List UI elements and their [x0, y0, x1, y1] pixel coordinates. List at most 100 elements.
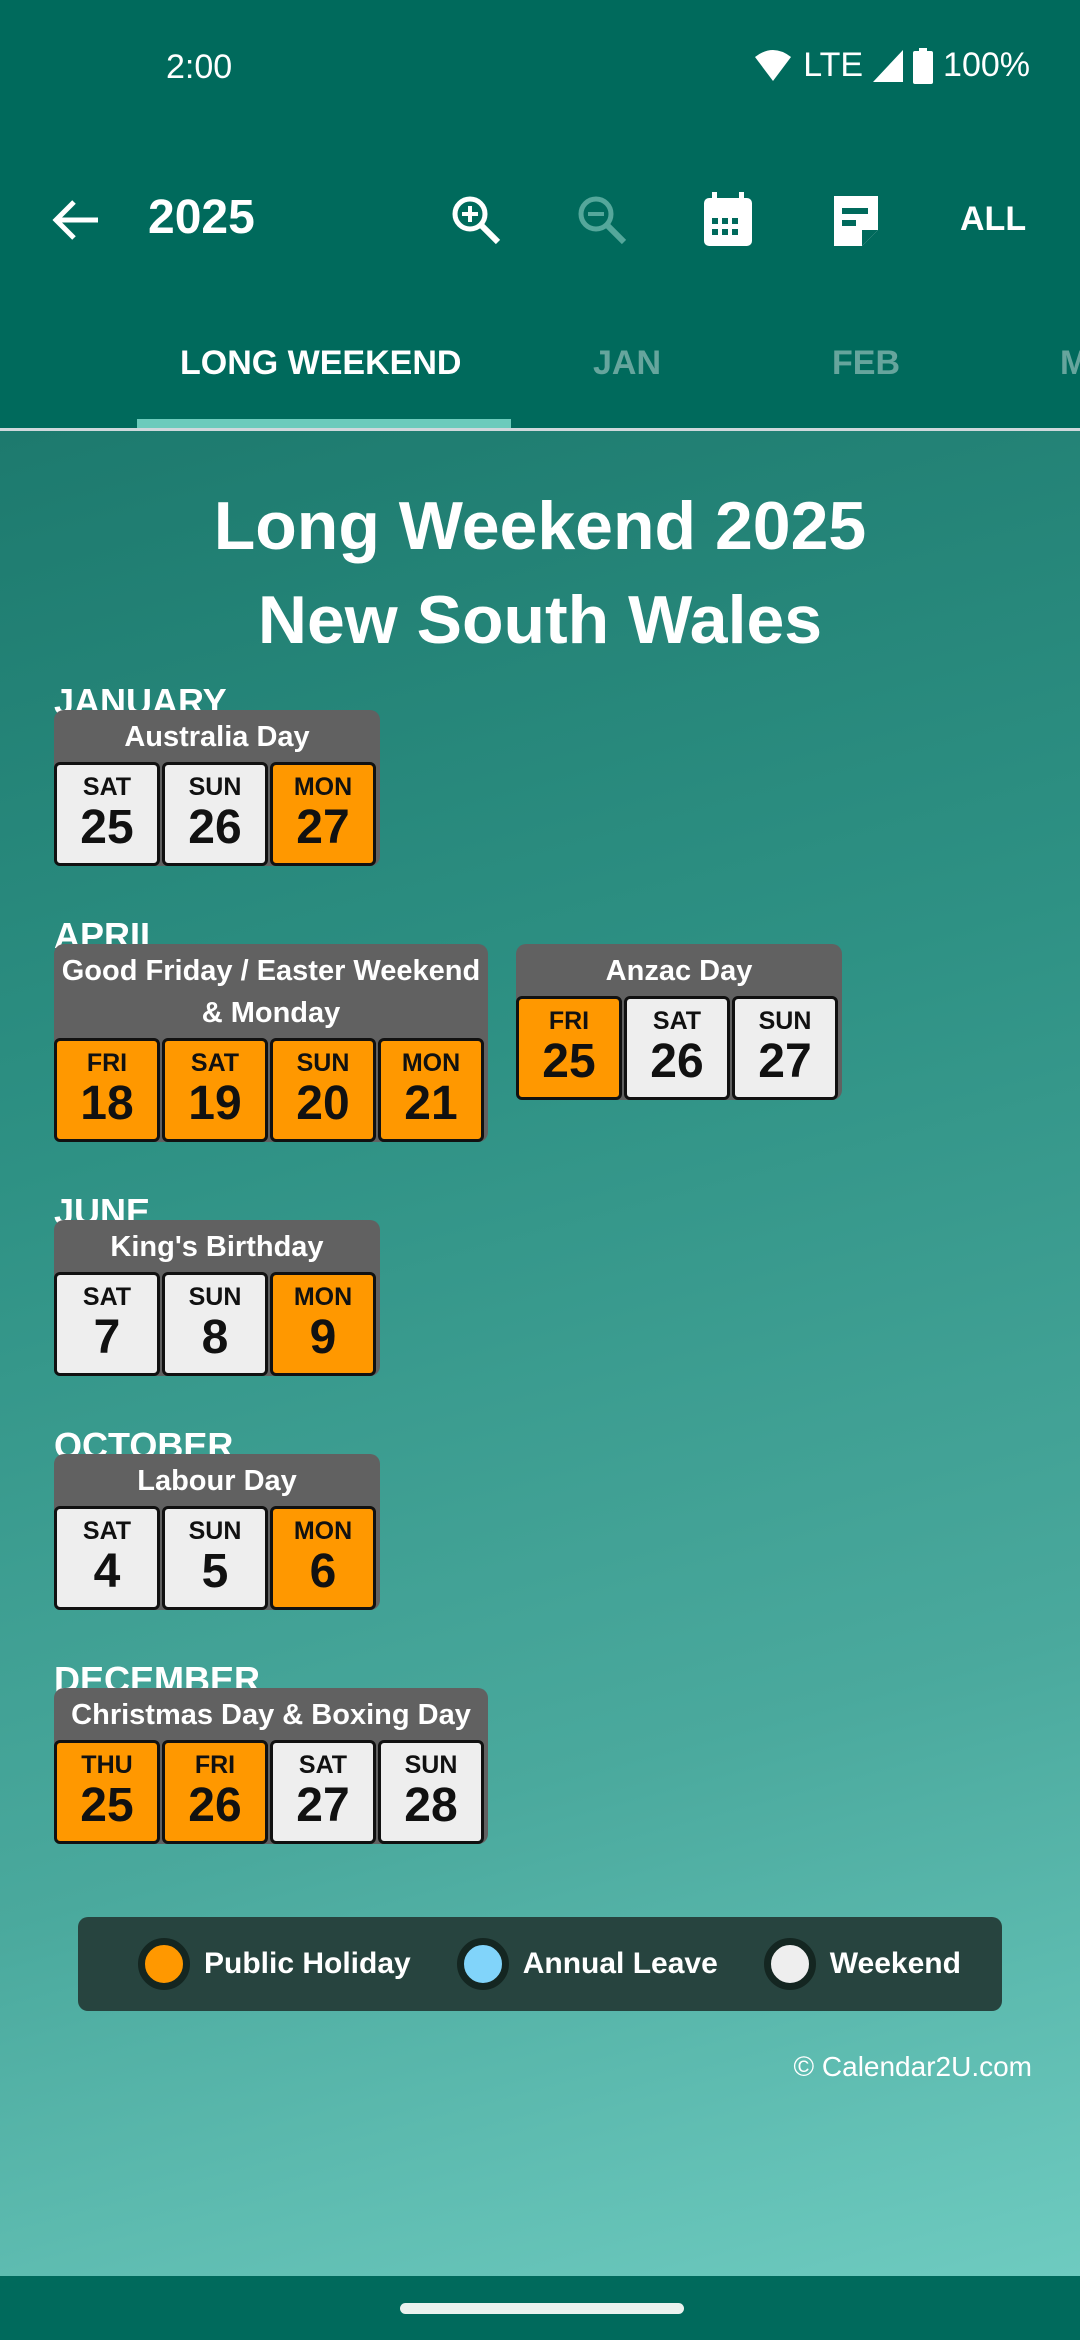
weekend-day[interactable]: SUN 8 — [162, 1272, 268, 1376]
public-holiday-day[interactable]: MON 6 — [270, 1506, 376, 1610]
tab-long-weekend[interactable]: LONG WEEKEND — [180, 344, 461, 383]
legend-annual-leave: Annual Leave — [456, 1938, 718, 1990]
day-of-week: SUN — [188, 773, 242, 801]
public-holiday-day[interactable]: SAT 19 — [162, 1038, 268, 1142]
back-arrow-icon[interactable] — [48, 192, 104, 248]
public-holiday-day[interactable]: MON 9 — [270, 1272, 376, 1376]
status-bar: 2:00 LTE 100% — [0, 0, 1080, 140]
day-of-week: MON — [293, 773, 353, 801]
calendar-icon[interactable] — [698, 190, 758, 250]
day-of-week: SAT — [298, 1751, 348, 1779]
heading-title: Long Weekend 2025 — [213, 488, 867, 564]
day-number: 21 — [404, 1077, 458, 1130]
holiday-title: King's Birthday — [110, 1231, 324, 1263]
day-of-week: SAT — [82, 1283, 132, 1311]
day-number: 26 — [188, 801, 242, 854]
battery-icon — [913, 47, 934, 84]
day-number: 9 — [309, 1311, 337, 1364]
weekend-dot-icon — [763, 1938, 816, 1990]
public-holiday-day[interactable]: FRI 26 — [162, 1740, 268, 1844]
day-of-week: SUN — [404, 1751, 458, 1779]
day-number: 27 — [296, 1779, 350, 1832]
public-holiday-day[interactable]: MON 21 — [378, 1038, 484, 1142]
public-holiday-day[interactable]: FRI 25 — [516, 996, 622, 1100]
weekend-day[interactable]: SAT 25 — [54, 762, 160, 866]
weekend-day[interactable]: SUN 28 — [378, 1740, 484, 1844]
day-number: 27 — [758, 1035, 812, 1088]
weekend-day[interactable]: SAT 4 — [54, 1506, 160, 1610]
public-holiday-dot-icon — [138, 1938, 190, 1990]
tab-bar: LONG WEEKEND JAN FEB M — [0, 300, 1080, 431]
day-number: 27 — [296, 801, 350, 854]
public-holiday-day[interactable]: FRI 18 — [54, 1038, 160, 1142]
tab-indicator — [137, 419, 511, 428]
weekend-day[interactable]: SUN 26 — [162, 762, 268, 866]
day-of-week: SAT — [82, 773, 132, 801]
wifi-icon — [755, 49, 792, 81]
day-of-week: SUN — [188, 1517, 242, 1545]
holiday-card[interactable]: Anzac Day FRI 25 SAT 26 SUN 27 — [516, 944, 842, 1100]
day-number: 6 — [309, 1545, 337, 1598]
tab-jan[interactable]: JAN — [593, 344, 661, 383]
holiday-title: Labour Day — [137, 1465, 297, 1497]
weekend-day[interactable]: SUN 27 — [732, 996, 838, 1100]
public-holiday-day[interactable]: SUN 20 — [270, 1038, 376, 1142]
legend-label: Public Holiday — [204, 1947, 411, 1980]
tab-feb[interactable]: FEB — [832, 344, 900, 383]
legend-label: Weekend — [829, 1947, 961, 1980]
status-time: 2:00 — [166, 48, 233, 86]
day-row: THU 25 FRI 26 SAT 27 SUN 28 — [54, 1740, 488, 1844]
legend-public-holiday: Public Holiday — [138, 1938, 411, 1990]
day-of-week: SAT — [652, 1007, 702, 1035]
day-number: 25 — [80, 1779, 134, 1832]
day-of-week: SAT — [82, 1517, 132, 1545]
note-icon[interactable] — [826, 190, 886, 250]
holiday-card[interactable]: Christmas Day & Boxing Day THU 25 FRI 26 SAT 2… — [54, 1688, 488, 1844]
day-number: 20 — [296, 1077, 350, 1130]
day-number: 7 — [93, 1311, 121, 1364]
home-gesture-handle[interactable] — [400, 2303, 684, 2314]
day-row: SAT 25 SUN 26 MON 27 — [54, 762, 380, 866]
weekend-day[interactable]: SUN 5 — [162, 1506, 268, 1610]
zoom-in-icon[interactable] — [446, 190, 506, 250]
weekend-day[interactable]: SAT 7 — [54, 1272, 160, 1376]
public-holiday-day[interactable]: MON 27 — [270, 762, 376, 866]
day-of-week: FRI — [194, 1751, 236, 1779]
long-weekend-content: Long Weekend 2025 New South Wales JANUAR… — [0, 431, 1080, 2276]
day-of-week: SUN — [758, 1007, 812, 1035]
holiday-title: Christmas Day & Boxing Day — [71, 1699, 471, 1731]
signal-icon — [873, 49, 904, 82]
battery-level: 100% — [943, 46, 1030, 84]
day-of-week: FRI — [86, 1049, 128, 1077]
day-of-week: SUN — [188, 1283, 242, 1311]
holiday-card[interactable]: King's Birthday SAT 7 SUN 8 MON 9 — [54, 1220, 380, 1376]
day-of-week: THU — [81, 1751, 133, 1779]
zoom-out-icon[interactable] — [572, 190, 632, 250]
weekend-day[interactable]: SAT 27 — [270, 1740, 376, 1844]
day-of-week: FRI — [548, 1007, 590, 1035]
copyright: © Calendar2U.com — [793, 2051, 1032, 2082]
day-row: FRI 25 SAT 26 SUN 27 — [516, 996, 842, 1100]
day-row: FRI 18 SAT 19 SUN 20 MON 21 — [54, 1038, 488, 1142]
holiday-card[interactable]: Australia Day SAT 25 SUN 26 MON 27 — [54, 710, 380, 866]
day-row: SAT 7 SUN 8 MON 9 — [54, 1272, 380, 1376]
day-of-week: MON — [293, 1517, 353, 1545]
day-number: 19 — [188, 1077, 242, 1130]
legend-label: Annual Leave — [522, 1947, 718, 1980]
day-number: 4 — [93, 1545, 121, 1598]
tab-mar[interactable]: M — [1060, 344, 1080, 383]
holiday-card[interactable]: Good Friday / Easter Weekend & Monday FRI… — [54, 944, 488, 1142]
weekend-day[interactable]: SAT 26 — [624, 996, 730, 1100]
network-label: LTE — [803, 46, 864, 84]
day-number: 26 — [188, 1779, 242, 1832]
day-number: 8 — [201, 1311, 229, 1364]
legend: Public Holiday Annual Leave Weekend — [78, 1917, 1002, 2011]
holiday-card[interactable]: Labour Day SAT 4 SUN 5 MON 6 — [54, 1454, 380, 1610]
holiday-title: Anzac Day — [605, 955, 753, 987]
status-icons: LTE 100% — [753, 46, 1030, 85]
public-holiday-day[interactable]: THU 25 — [54, 1740, 160, 1844]
day-number: 26 — [650, 1035, 704, 1088]
holiday-title: Australia Day — [124, 721, 310, 753]
day-of-week: SUN — [296, 1049, 350, 1077]
all-button[interactable]: ALL — [960, 200, 1026, 239]
